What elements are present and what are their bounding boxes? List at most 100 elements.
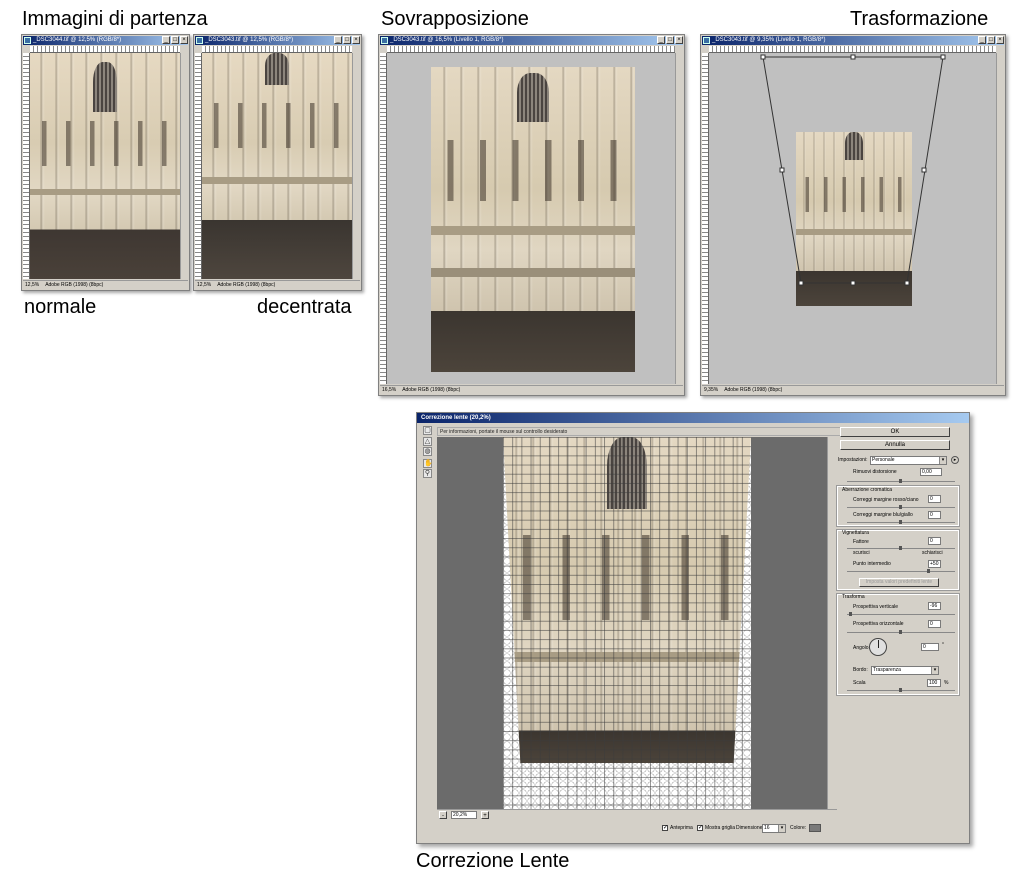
vertical-scrollbar[interactable] [996, 53, 1004, 384]
minimize-button[interactable]: _ [162, 36, 170, 44]
zoom-level[interactable]: 12,5% [25, 281, 39, 289]
remove-distortion-field[interactable]: 0,00 [920, 468, 942, 476]
lens-preview[interactable] [437, 437, 827, 809]
scale-slider[interactable] [847, 688, 955, 692]
cancel-button[interactable]: Annulla [840, 440, 950, 450]
vertical-scrollbar[interactable] [180, 53, 188, 279]
maximize-button[interactable]: □ [666, 36, 674, 44]
vertical-scrollbar[interactable] [352, 53, 360, 279]
photoshop-doc-icon [703, 37, 710, 44]
window-titlebar[interactable]: _DSC3043.tif @ 16,5% (Livello 1, RGB/8*) [380, 36, 683, 45]
blue-yellow-field[interactable]: 0 [928, 511, 941, 519]
horizontal-ruler[interactable] [30, 46, 180, 53]
document-window-decentrata[interactable]: _DSC3043.tif @ 12,5% (RGB/8*) _ □ × 12,5% A… [193, 34, 362, 291]
red-cyan-field[interactable]: 0 [928, 495, 941, 503]
zoom-level[interactable]: 9,35% [704, 386, 718, 394]
edge-select[interactable]: Trasparenza ▾ [871, 666, 939, 675]
angle-field[interactable]: 0 [921, 643, 939, 651]
horizontal-ruler[interactable] [709, 46, 996, 53]
vertical-scrollbar[interactable] [675, 53, 683, 384]
document-window-normale[interactable]: _DSC3044.tif @ 12,5% (RGB/8*) _ □ × 12,5% A… [21, 34, 190, 291]
vertical-ruler[interactable] [23, 53, 30, 279]
amount-slider[interactable] [847, 546, 955, 550]
grid-size-label: Dimensione: [736, 825, 764, 831]
close-button[interactable]: × [352, 36, 360, 44]
transform-handle[interactable] [940, 54, 946, 60]
document-canvas[interactable] [202, 53, 352, 279]
angle-dial-icon[interactable] [869, 638, 887, 656]
caption-sovrapposizione: Sovrapposizione [381, 8, 529, 30]
maximize-button[interactable]: □ [343, 36, 351, 44]
transform-handle[interactable] [798, 280, 804, 286]
grid-color-swatch[interactable] [809, 824, 821, 832]
straighten-tool-icon[interactable]: △ [423, 437, 432, 446]
hand-tool-icon[interactable]: ✋ [423, 459, 433, 468]
document-canvas[interactable] [30, 53, 180, 279]
settings-menu-icon[interactable]: ▸ [951, 456, 959, 464]
ok-button[interactable]: OK [840, 427, 950, 437]
minimize-button[interactable]: _ [978, 36, 986, 44]
blue-yellow-slider[interactable] [847, 520, 955, 524]
transform-handle[interactable] [850, 280, 856, 286]
transform-handle[interactable] [921, 167, 927, 173]
preview-vertical-scrollbar[interactable] [827, 437, 837, 809]
preview-checkbox[interactable]: ✓ [662, 825, 668, 831]
grid-size-select[interactable]: 16 ▾ [762, 824, 786, 833]
darken-label: scurisci [853, 550, 870, 556]
vertical-perspective-field[interactable]: -96 [928, 602, 941, 610]
horizontal-perspective-field[interactable]: 0 [928, 620, 941, 628]
document-window-trasformazione[interactable]: _DSC3043.tif @ 9,35% (Livello 1, RGB/8*)… [700, 34, 1006, 396]
photoshop-doc-icon [24, 37, 31, 44]
horizontal-ruler[interactable] [387, 46, 675, 53]
chevron-down-icon[interactable]: ▾ [778, 825, 785, 832]
zoom-level[interactable]: 12,5% [197, 281, 211, 289]
transform-handle[interactable] [904, 280, 910, 286]
transform-bounding-box[interactable] [709, 53, 996, 384]
document-canvas[interactable] [709, 53, 996, 384]
transform-handle[interactable] [779, 167, 785, 173]
close-button[interactable]: × [180, 36, 188, 44]
doc-profile: Adobe RGB (1998) (8bpc) [724, 387, 783, 393]
scale-field[interactable]: 100 [927, 679, 941, 687]
show-grid-checkbox[interactable]: ✓ [697, 825, 703, 831]
settings-select[interactable]: Personale ▾ [870, 456, 947, 465]
set-lens-default-button[interactable]: Imposta valori predefiniti lente [859, 578, 939, 587]
dialog-title[interactable]: Correzione lente (20,2%) [417, 413, 969, 423]
midpoint-field[interactable]: +50 [928, 560, 941, 568]
horizontal-ruler[interactable] [202, 46, 352, 53]
vertical-ruler[interactable] [195, 53, 202, 279]
window-title: _DSC3044.tif @ 12,5% (RGB/8*) [33, 37, 122, 43]
window-titlebar[interactable]: _DSC3043.tif @ 9,35% (Livello 1, RGB/8*) [702, 36, 1004, 45]
zoom-out-button[interactable]: - [439, 811, 447, 819]
vertical-ruler[interactable] [380, 53, 387, 384]
minimize-button[interactable]: _ [657, 36, 665, 44]
transform-handle[interactable] [760, 54, 766, 60]
red-cyan-slider[interactable] [847, 505, 955, 509]
document-window-sovrapposizione[interactable]: _DSC3043.tif @ 16,5% (Livello 1, RGB/8*)… [378, 34, 685, 396]
vertical-perspective-slider[interactable] [847, 612, 955, 616]
amount-field[interactable]: 0 [928, 537, 941, 545]
vertical-ruler[interactable] [702, 53, 709, 384]
close-button[interactable]: × [675, 36, 683, 44]
hint-text: Per informazioni, portate il mouse sul c… [437, 427, 841, 436]
zoom-in-button[interactable]: + [481, 811, 489, 819]
remove-distortion-tool-icon[interactable]: ▢ [423, 426, 432, 435]
grid-tool-icon[interactable]: ◍ [423, 447, 432, 456]
chevron-down-icon[interactable]: ▾ [931, 667, 938, 674]
maximize-button[interactable]: □ [171, 36, 179, 44]
lens-correction-dialog[interactable]: Correzione lente (20,2%) ▢ △ ◍ ✋ ⚲ Per i… [416, 412, 970, 844]
remove-distortion-slider[interactable] [847, 479, 955, 483]
maximize-button[interactable]: □ [987, 36, 995, 44]
chevron-down-icon[interactable]: ▾ [939, 457, 946, 464]
document-canvas[interactable] [387, 53, 675, 384]
status-bar: 12,5% Adobe RGB (1998) (8bpc) [195, 280, 360, 289]
close-button[interactable]: × [996, 36, 1004, 44]
transform-handle[interactable] [850, 54, 856, 60]
minimize-button[interactable]: _ [334, 36, 342, 44]
zoom-field[interactable]: 20,2% [451, 811, 477, 819]
zoom-level[interactable]: 16,5% [382, 386, 396, 394]
midpoint-slider[interactable] [847, 569, 955, 573]
scale-label: Scala [853, 680, 866, 686]
horizontal-perspective-slider[interactable] [847, 630, 955, 634]
zoom-tool-icon[interactable]: ⚲ [423, 469, 432, 478]
